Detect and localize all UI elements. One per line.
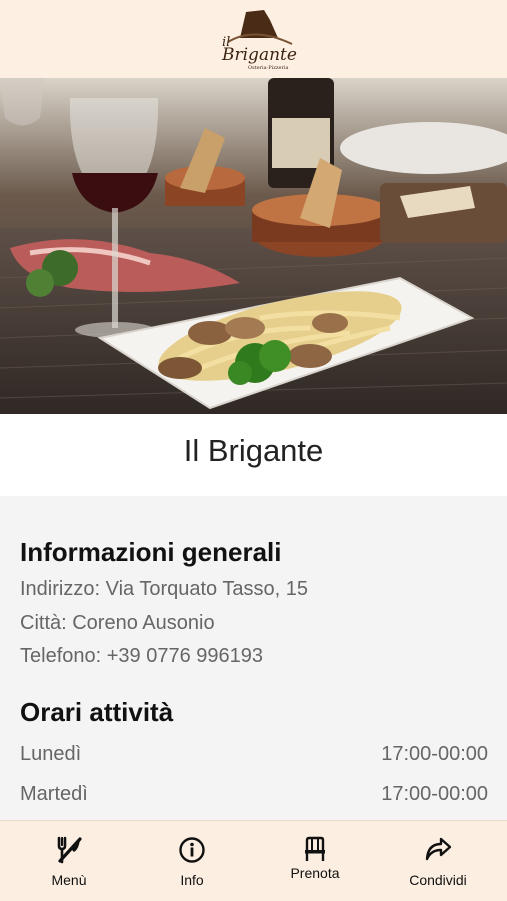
svg-text:Osteria-Pizzeria: Osteria-Pizzeria — [248, 65, 288, 71]
nav-menu-label: Menù — [51, 872, 87, 888]
hours-day: Lunedì — [20, 743, 82, 765]
svg-text:Brigante: Brigante — [221, 45, 297, 65]
address-text[interactable]: Indirizzo: Via Torquato Tasso, 15 — [20, 578, 308, 601]
general-info-title: Informazioni generali — [20, 537, 282, 567]
hours-time: 17:00-00:00 — [381, 783, 488, 805]
hours-title: Orari attività — [20, 697, 174, 727]
bottom-navigation: Menù Info Prenota Condividi — [0, 820, 507, 901]
city-text: Città: Coreno Ausonio — [20, 612, 215, 634]
nav-share-label: Condividi — [409, 872, 467, 888]
app-header: il Brigante Osteria-Pizzeria — [0, 0, 507, 78]
phone-text[interactable]: Telefono: +39 0776 996193 — [20, 645, 263, 668]
hours-row-tuesday: Martedì 17:00-00:00 — [20, 783, 488, 806]
share-icon — [423, 835, 453, 868]
fork-knife-icon — [54, 835, 84, 870]
nav-book[interactable]: Prenota — [252, 821, 378, 901]
hours-row-monday: Lunedì 17:00-00:00 — [20, 743, 488, 766]
nav-info-label: Info — [180, 872, 204, 888]
hero-food-image — [0, 78, 507, 414]
hours-time: 17:00-00:00 — [381, 743, 488, 765]
nav-info[interactable]: Info — [129, 821, 255, 901]
nav-book-label: Prenota — [290, 865, 340, 881]
info-icon — [178, 836, 206, 869]
nav-menu[interactable]: Menù — [6, 821, 132, 901]
chair-icon — [302, 836, 328, 867]
restaurant-name: Il Brigante — [183, 433, 324, 468]
nav-share[interactable]: Condividi — [375, 821, 501, 901]
brand-logo: il Brigante Osteria-Pizzeria — [208, 6, 300, 72]
hours-day: Martedì — [20, 783, 88, 805]
